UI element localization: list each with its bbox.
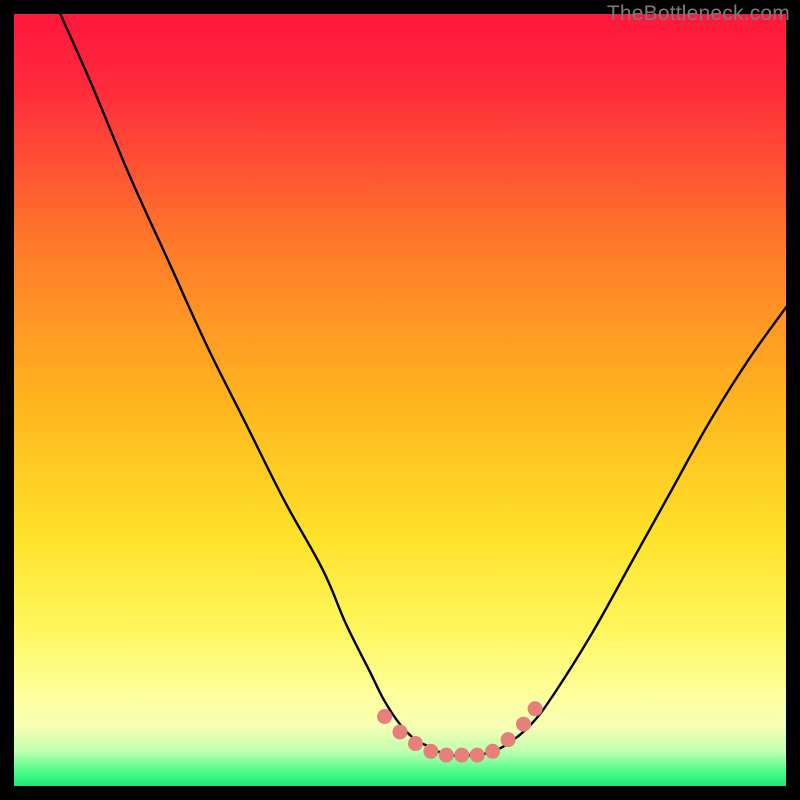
highlight-dot [501, 732, 516, 747]
highlight-dot [454, 748, 469, 763]
highlight-dot [516, 717, 531, 732]
highlight-dot [485, 744, 500, 759]
highlight-dot [377, 709, 392, 724]
highlight-dot [470, 748, 485, 763]
highlight-dot [393, 724, 408, 739]
highlight-dot [439, 748, 454, 763]
bottleneck-chart [14, 14, 786, 786]
highlight-dot [528, 701, 543, 716]
highlight-dot [423, 744, 438, 759]
watermark-text: TheBottleneck.com [607, 2, 790, 26]
chart-frame [14, 14, 786, 786]
highlight-dot [408, 736, 423, 751]
gradient-background [14, 14, 786, 786]
